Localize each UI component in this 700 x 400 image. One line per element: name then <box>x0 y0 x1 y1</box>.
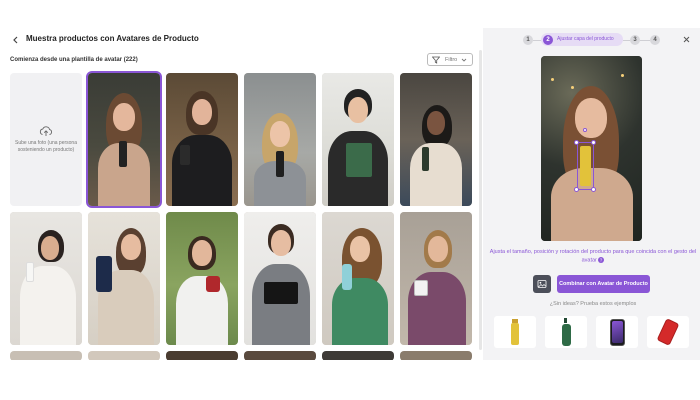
help-icon[interactable]: ? <box>598 256 605 263</box>
example-green-bottle[interactable] <box>545 316 587 348</box>
avatar-template-tile[interactable] <box>166 73 238 206</box>
avatar-template-tile[interactable] <box>322 73 394 206</box>
step-3[interactable]: 3 <box>630 35 640 45</box>
filter-button[interactable]: Filtro <box>427 53 473 66</box>
close-icon <box>683 36 690 43</box>
image-icon <box>537 280 547 288</box>
resize-handle[interactable] <box>591 187 596 192</box>
adjust-hint-text: Ajusta el tamaño, posición y rotación de… <box>489 249 697 264</box>
avatar-template-tile[interactable] <box>10 212 82 345</box>
avatar-template-tile[interactable] <box>244 351 316 360</box>
example-soda-can[interactable] <box>647 316 689 348</box>
avatar-template-tile[interactable] <box>400 351 472 360</box>
adjust-hint: Ajusta el tamaño, posición y rotación de… <box>488 249 698 265</box>
example-smartphone[interactable] <box>596 316 638 348</box>
combine-button[interactable]: Combinar con Avatar de Producto <box>557 275 650 293</box>
image-upload-button[interactable] <box>533 275 551 293</box>
chevron-down-icon <box>461 58 467 62</box>
avatar-template-tile[interactable] <box>322 212 394 345</box>
resize-handle[interactable] <box>574 187 579 192</box>
template-count-label: Comienza desde una plantilla de avatar (… <box>10 57 138 63</box>
avatar-template-tile[interactable] <box>244 73 316 206</box>
avatar-template-tile[interactable] <box>88 351 160 360</box>
avatar-template-tile[interactable] <box>322 351 394 360</box>
avatar-template-tile[interactable] <box>88 212 160 345</box>
close-button[interactable] <box>680 33 693 46</box>
resize-handle[interactable] <box>574 140 579 145</box>
upload-label: Sube una foto (una persona sosteniendo u… <box>15 140 77 153</box>
resize-handle[interactable] <box>591 140 596 145</box>
avatar-template-tile[interactable] <box>400 212 472 345</box>
grid-scrollbar[interactable] <box>479 50 482 350</box>
step-2[interactable]: 2 <box>543 35 553 45</box>
step-connector <box>533 40 541 41</box>
ideas-label: ¿Sin ideas? Prueba estos ejemplos <box>549 301 637 307</box>
chevron-left-icon <box>12 36 17 43</box>
back-button[interactable] <box>9 33 22 46</box>
avatar-template-tile[interactable] <box>10 351 82 360</box>
avatar-template-tile[interactable] <box>166 351 238 360</box>
step-connector <box>640 40 650 41</box>
filter-icon <box>432 56 440 64</box>
step-2-label: Ajustar capa del producto <box>557 36 614 42</box>
template-panel: Muestra productos con Avatares de Produc… <box>0 0 483 360</box>
upload-photo-tile[interactable]: Sube una foto (una persona sosteniendo u… <box>10 73 82 206</box>
avatar-template-tile[interactable] <box>166 212 238 345</box>
avatar-template-tile[interactable] <box>86 71 162 208</box>
rotate-handle[interactable] <box>583 128 587 132</box>
step-1[interactable]: 1 <box>523 35 533 45</box>
step-4[interactable]: 4 <box>650 35 660 45</box>
avatar-template-tile[interactable] <box>400 73 472 206</box>
example-gold-bottle[interactable] <box>494 316 536 348</box>
page-title: Muestra productos con Avatares de Produc… <box>26 34 199 43</box>
step-connector <box>623 40 630 41</box>
avatar-template-tile[interactable] <box>244 212 316 345</box>
avatar-preview <box>541 56 642 241</box>
cloud-upload-icon <box>39 126 52 137</box>
filter-label: Filtro <box>445 56 458 63</box>
product-transform-box[interactable] <box>577 142 594 190</box>
